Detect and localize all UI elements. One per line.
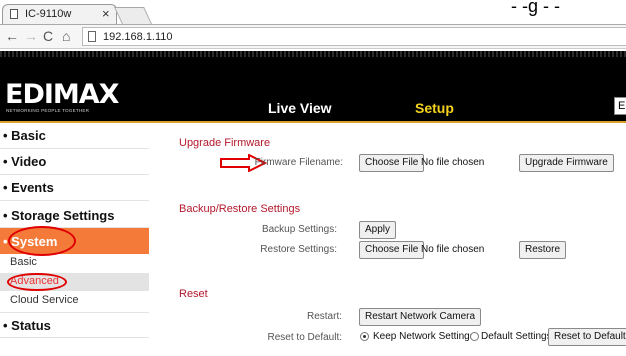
edimax-logo: EDIMAX [5,79,119,110]
reset-to-default-label: Reset to Default: [267,332,342,343]
home-icon[interactable]: ⌂ [62,28,70,44]
language-select[interactable]: E [614,97,626,115]
stray-text: - -g - - [511,0,560,16]
close-tab-icon[interactable]: × [102,6,110,21]
upgrade-firmware-title: Upgrade Firmware [179,137,271,149]
address-bar[interactable]: 192.168.1.110 [82,27,626,46]
restore-settings-label: Restore Settings: [260,244,337,255]
restart-network-camera-button[interactable]: Restart Network Camera [359,308,482,326]
back-icon[interactable]: ← [5,28,19,44]
camera-header: EDIMAX NETWORKING PEOPLE TOGETHER Live V… [0,51,626,121]
header-stripe [0,51,626,57]
browser-tab[interactable]: IC-9110w × [2,4,117,24]
sidebar-item-status[interactable]: • Status [0,312,149,338]
restore-button[interactable]: Restore [519,241,567,259]
sidebar-subitem-advanced[interactable]: Advanced [0,273,149,291]
sidebar-item-storage[interactable]: • Storage Settings [0,201,149,228]
reload-icon[interactable]: C [43,28,53,44]
sidebar-item-system[interactable]: • System [0,228,149,254]
browser-window: IC-9110w × - -g - - ← → C ⌂ 192.168.1.11… [0,0,626,356]
page-icon [88,31,96,42]
firmware-filename-label: Firmware Filename: [254,157,343,168]
reset-title: Reset [179,288,208,300]
reset-to-default-button[interactable]: Reset to Default [548,328,626,346]
new-tab-button[interactable] [114,7,152,24]
sidebar-subitem-basic[interactable]: Basic [0,254,149,272]
choose-file-firmware-button[interactable]: Choose File [359,154,425,172]
default-settings-radio[interactable] [470,332,479,341]
keep-network-settings-radio[interactable] [360,332,369,341]
page-icon [10,9,18,19]
forward-icon[interactable]: → [24,28,38,44]
nav-setup[interactable]: Setup [415,100,454,116]
sidebar-item-basic[interactable]: • Basic [0,123,149,149]
sidebar: • Basic • Video • Events • Storage Setti… [0,123,149,356]
sidebar-item-video[interactable]: • Video [0,149,149,175]
tab-strip: IC-9110w × - -g - - [0,0,626,24]
restart-label: Restart: [306,311,342,322]
nav-live-view[interactable]: Live View [268,100,332,116]
tab-title: IC-9110w [25,8,72,20]
logo-tagline: NETWORKING PEOPLE TOGETHER [6,108,90,113]
sidebar-item-events[interactable]: • Events [0,175,149,201]
restore-no-file-text: No file chosen [421,244,485,255]
firmware-no-file-text: No file chosen [421,157,485,168]
backup-restore-title: Backup/Restore Settings [179,203,301,215]
upgrade-firmware-button[interactable]: Upgrade Firmware [519,154,614,172]
default-settings-label: Default Settings [481,331,552,342]
keep-network-settings-label: Keep Network Settings [373,331,475,342]
sidebar-subitem-cloud-service[interactable]: Cloud Service [0,292,149,310]
choose-file-restore-button[interactable]: Choose File [359,241,425,259]
main-content: Upgrade Firmware Firmware Filename: Choo… [149,123,626,356]
browser-toolbar: ← → C ⌂ 192.168.1.110 [0,24,626,49]
backup-settings-label: Backup Settings: [261,224,337,235]
apply-button[interactable]: Apply [359,221,397,239]
url-text: 192.168.1.110 [103,31,173,43]
